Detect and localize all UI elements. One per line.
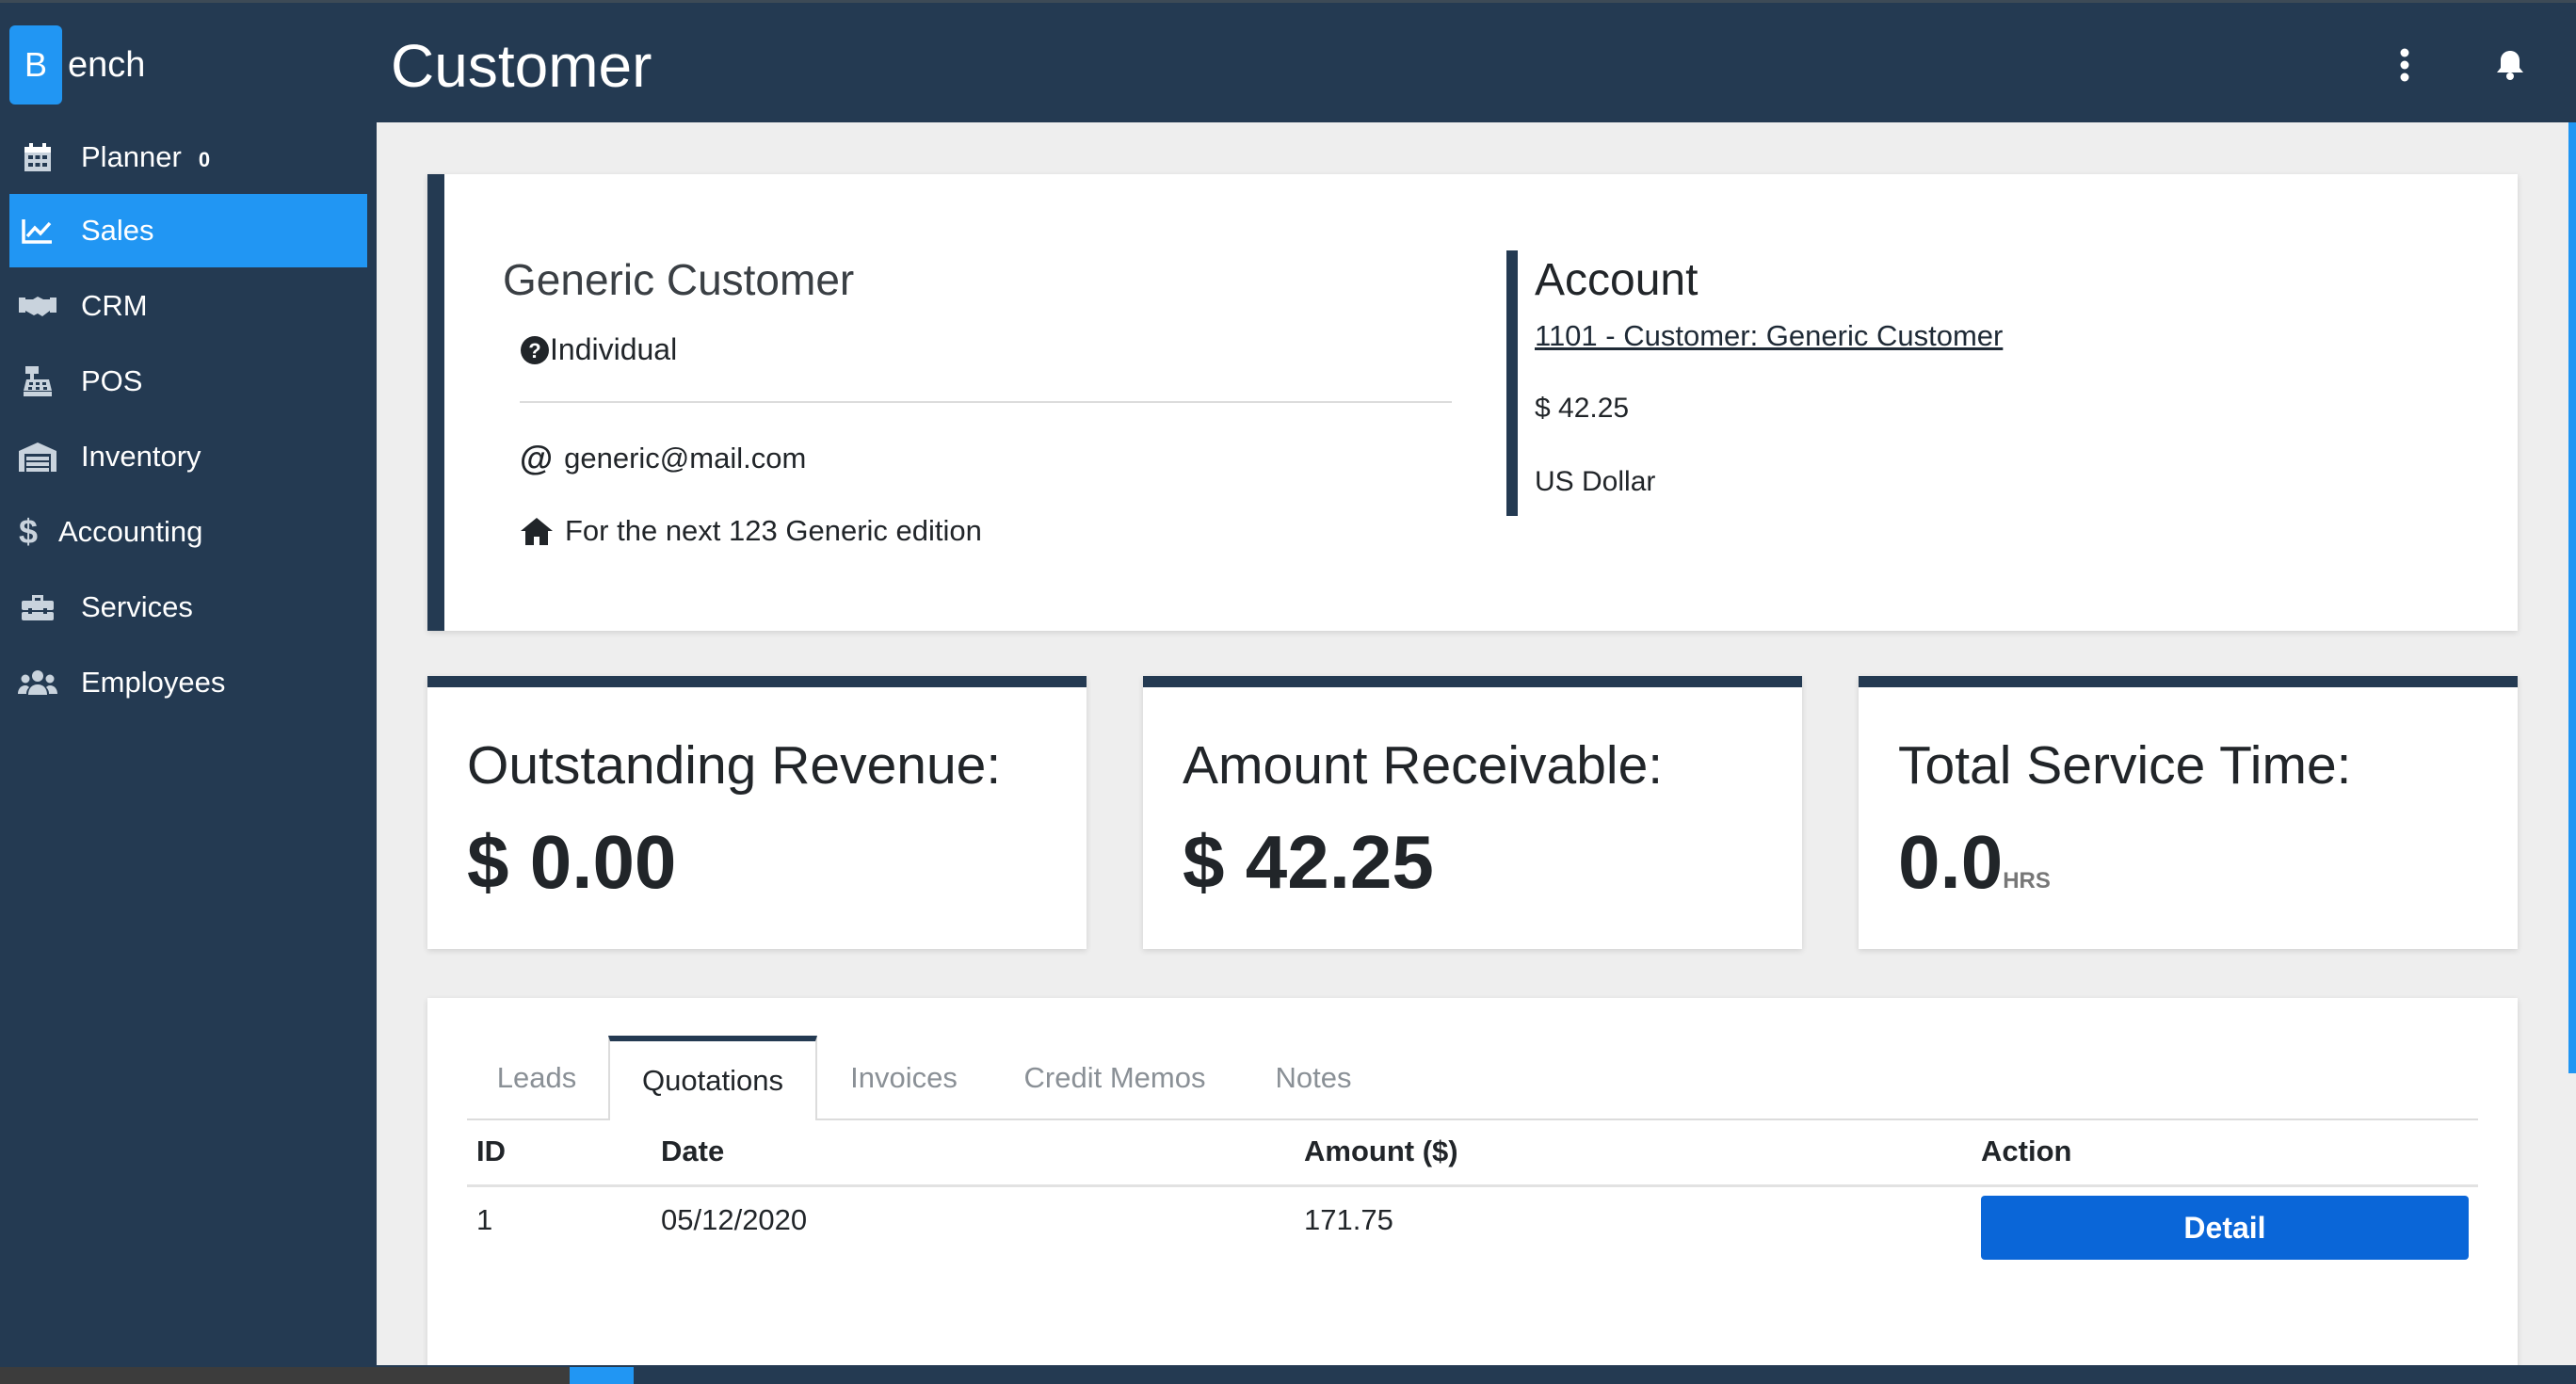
account-link[interactable]: 1101 - Customer: Generic Customer xyxy=(1535,319,2003,353)
customer-address-row: For the next 123 Generic edition xyxy=(520,514,982,548)
dollar-icon: $ xyxy=(18,512,39,551)
customer-type-label: Individual xyxy=(550,332,678,366)
sidebar-item-label: Sales xyxy=(81,214,154,247)
table-header-divider xyxy=(467,1184,2478,1187)
brand-badge: B xyxy=(9,25,62,105)
stat-value-number: $ 42.25 xyxy=(1183,820,1434,904)
page-title: Customer xyxy=(391,32,652,100)
sidebar-item-crm[interactable]: CRM xyxy=(9,269,367,343)
warehouse-icon xyxy=(17,438,58,475)
top-bar: B ench Customer xyxy=(0,0,2576,122)
chart-line-icon xyxy=(17,212,58,249)
sidebar-item-label: POS xyxy=(81,364,143,397)
customer-name: Generic Customer xyxy=(503,255,855,304)
sidebar-item-label: CRM xyxy=(81,289,148,322)
cash-register-icon xyxy=(17,362,58,400)
horizontal-scrollbar-track[interactable] xyxy=(0,1367,570,1384)
customer-type: ? Individual xyxy=(520,332,677,367)
more-vertical-icon[interactable] xyxy=(2386,46,2423,84)
stat-value: $ 42.25 xyxy=(1183,819,1434,906)
stat-value: $ 0.00 xyxy=(467,819,676,906)
tab-leads[interactable]: Leads xyxy=(467,1036,606,1120)
handshake-icon xyxy=(17,287,58,325)
bell-icon[interactable] xyxy=(2491,46,2529,84)
column-header-id: ID xyxy=(476,1135,506,1167)
tab-credit-memos[interactable]: Credit Memos xyxy=(1004,1036,1226,1120)
tab-invoices[interactable]: Invoices xyxy=(821,1036,987,1120)
sidebar-item-sales[interactable]: Sales xyxy=(9,194,367,267)
stat-value: 0.0HRS xyxy=(1898,819,2051,906)
customer-email-row: @ generic@mail.com xyxy=(520,439,806,478)
stat-value-number: $ 0.00 xyxy=(467,820,677,904)
planner-count-badge: 0 xyxy=(198,148,211,171)
horizontal-scrollbar-thumb[interactable] xyxy=(570,1367,634,1384)
sidebar-item-label: Accounting xyxy=(58,515,203,548)
sidebar-item-inventory[interactable]: Inventory xyxy=(9,420,367,493)
stat-unit: HRS xyxy=(2003,868,2051,893)
svg-text:?: ? xyxy=(528,339,540,362)
sidebar-item-pos[interactable]: POS xyxy=(9,345,367,418)
detail-button[interactable]: Detail xyxy=(1981,1196,2469,1260)
scrollbar-thumb[interactable] xyxy=(2568,122,2576,1073)
tab-quotations[interactable]: Quotations xyxy=(608,1036,817,1120)
stat-title: Amount Receivable: xyxy=(1183,735,1664,796)
sidebar-item-accounting[interactable]: $ Accounting xyxy=(9,495,367,569)
sidebar-item-label: Services xyxy=(81,590,193,623)
customer-email: generic@mail.com xyxy=(564,442,807,475)
toolbox-icon xyxy=(17,588,58,626)
table-cell-amount: 171.75 xyxy=(1304,1203,1393,1236)
account-balance: $ 42.25 xyxy=(1535,393,1630,424)
column-header-amount: Amount ($) xyxy=(1304,1135,1458,1167)
stat-title: Outstanding Revenue: xyxy=(467,735,1002,796)
sidebar-item-employees[interactable]: Employees xyxy=(9,646,367,719)
stat-card-amount-receivable: Amount Receivable: $ 42.25 xyxy=(1143,676,1802,949)
users-icon xyxy=(17,664,58,701)
brand-logo[interactable]: B ench xyxy=(9,25,145,105)
sidebar-item-label: Inventory xyxy=(81,440,201,473)
account-currency: US Dollar xyxy=(1535,466,1656,497)
sidebar-item-services[interactable]: Services xyxy=(9,571,367,644)
info-divider xyxy=(520,401,1452,403)
stat-title: Total Service Time: xyxy=(1898,735,2352,796)
column-header-date: Date xyxy=(661,1135,725,1167)
at-icon: @ xyxy=(520,439,554,477)
sidebar-item-planner[interactable]: Planner 0 xyxy=(9,121,367,194)
question-circle-icon: ? xyxy=(520,335,550,365)
sidebar-item-label: Planner xyxy=(81,140,182,173)
stat-card-outstanding-revenue: Outstanding Revenue: $ 0.00 xyxy=(427,676,1087,949)
account-title: Account xyxy=(1535,255,1699,305)
table-cell-id: 1 xyxy=(476,1203,493,1236)
account-section: Account 1101 - Customer: Generic Custome… xyxy=(1506,250,2003,516)
column-header-action: Action xyxy=(1981,1135,2072,1167)
calendar-icon xyxy=(17,138,58,176)
home-icon xyxy=(520,516,554,546)
table-cell-date: 05/12/2020 xyxy=(661,1203,808,1236)
stat-value-number: 0.0 xyxy=(1898,820,2004,904)
customer-address: For the next 123 Generic edition xyxy=(565,514,982,547)
sidebar-item-label: Employees xyxy=(81,666,226,699)
stat-card-total-service-time: Total Service Time: 0.0HRS xyxy=(1859,676,2518,949)
brand-text: ench xyxy=(68,44,146,85)
tab-notes[interactable]: Notes xyxy=(1245,1036,1382,1120)
